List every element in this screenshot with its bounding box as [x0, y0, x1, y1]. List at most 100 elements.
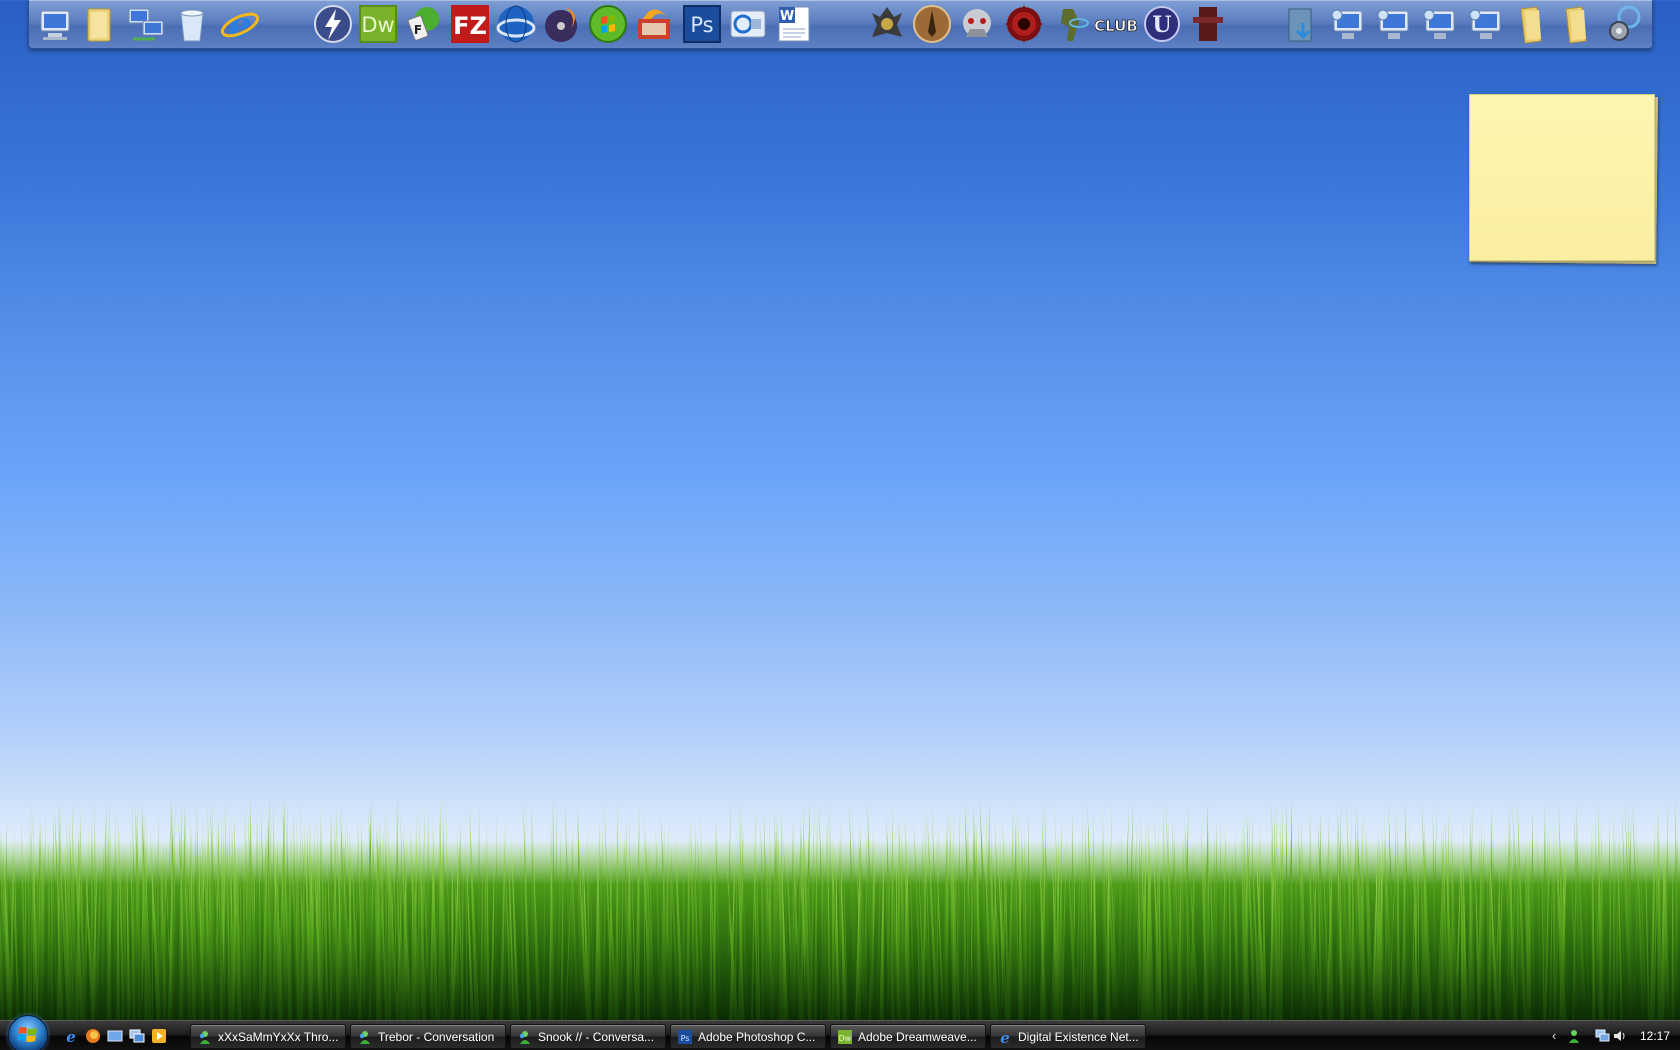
samurai-game-icon-graphic: [872, 7, 902, 37]
downloads-folder-icon-graphic: [1288, 8, 1312, 42]
download-accelerator-icon-graphic: [314, 5, 352, 43]
windows-media-center-icon-graphic: [589, 5, 627, 43]
computer-icon-graphic: [40, 10, 70, 40]
gears-of-war-icon-graphic: [1005, 5, 1043, 43]
dreamweaver-icon-graphic: Dw: [359, 5, 397, 43]
unreal-tournament-icon[interactable]: U: [1141, 3, 1183, 45]
system-tray: ‹ 12:17: [1552, 1021, 1680, 1050]
network-icon[interactable]: [125, 3, 167, 45]
internet-explorer-icon[interactable]: e: [219, 3, 261, 45]
start-button[interactable]: [8, 1015, 48, 1050]
task-dreamweaver-button[interactable]: Dw Adobe Dreamweave...: [830, 1024, 986, 1049]
photoshop-icon: Ps: [678, 1029, 692, 1044]
user-folder-icon-graphic: [87, 8, 111, 42]
dreamweaver-icon: Dw: [838, 1029, 852, 1044]
folder-2-icon-graphic: [1565, 6, 1587, 44]
task-button-label: Trebor - Conversation: [378, 1029, 495, 1044]
recycle-bin-icon-graphic: [180, 9, 204, 42]
show-desktop-icon[interactable]: [107, 1028, 123, 1044]
filezilla-icon[interactable]: FZ: [449, 3, 491, 45]
disc-burner-icon[interactable]: [541, 3, 583, 45]
sticky-note-front-sheet[interactable]: [1469, 94, 1655, 261]
club-game-icon-graphic: CLUB: [1095, 17, 1137, 36]
dreamweaver-icon-text: Dw: [361, 13, 394, 37]
google-earth-icon-graphic: [496, 5, 536, 43]
control-panel-icon-graphic: [1609, 5, 1641, 41]
assassins-creed-icon[interactable]: [911, 3, 953, 45]
mech-game-icon-graphic: [963, 9, 991, 37]
task-button-label: Digital Existence Net...: [1018, 1029, 1139, 1044]
task-button-label: Adobe Photoshop C...: [698, 1029, 816, 1044]
club-game-icon-text: CLUB: [1095, 17, 1137, 35]
google-earth-icon[interactable]: [495, 3, 537, 45]
samurai-game-icon[interactable]: [866, 3, 908, 45]
computer-icon[interactable]: [34, 3, 76, 45]
msn-icon: [199, 1030, 210, 1044]
photoshop-icon[interactable]: Ps: [681, 3, 723, 45]
download-accelerator-icon[interactable]: [312, 3, 354, 45]
unreal-tournament-icon-text: U: [1152, 12, 1171, 38]
halo-game-icon[interactable]: [1049, 3, 1091, 45]
msn-icon: [519, 1030, 530, 1044]
msn-tray-icon[interactable]: [1566, 1028, 1582, 1044]
media-player-icon-graphic: [730, 10, 766, 38]
assassins-creed-icon-graphic: [913, 5, 951, 43]
network-drive-3-icon-graphic: [1423, 9, 1455, 39]
unreal-tournament-3-icon[interactable]: [1187, 3, 1229, 45]
dreamweaver-icon[interactable]: Dw: [357, 3, 399, 45]
media-quicklaunch-icon[interactable]: [151, 1028, 167, 1044]
svg-text:e: e: [229, 4, 252, 45]
filezilla-icon-text: FZ: [453, 12, 487, 40]
task-trebor-button[interactable]: Trebor - Conversation: [350, 1024, 506, 1049]
folder-1-icon[interactable]: [1511, 3, 1553, 45]
media-player-icon[interactable]: [727, 3, 769, 45]
svg-text:e: e: [66, 1028, 76, 1044]
network-drive-4-icon[interactable]: [1464, 3, 1506, 45]
volume-icon[interactable]: [1612, 1028, 1628, 1044]
recycle-bin-icon[interactable]: [171, 3, 213, 45]
network-tray-icon[interactable]: [1594, 1028, 1610, 1044]
network-drive-1-icon-graphic: [1331, 9, 1363, 39]
grass-wallpaper: [0, 795, 1680, 1020]
task-ie-button[interactable]: e Digital Existence Net...: [990, 1024, 1146, 1049]
word-icon-graphic: W: [778, 6, 810, 42]
task-button-label: xXxSaMmYxXx Thro...: [218, 1029, 339, 1044]
svg-text:F: F: [414, 23, 422, 37]
task-msn-throw-button[interactable]: xXxSaMmYxXx Thro...: [190, 1024, 346, 1049]
sticky-note-gadget[interactable]: [1468, 93, 1658, 264]
user-folder-icon[interactable]: [79, 3, 121, 45]
network-icon-graphic: [128, 8, 164, 41]
gears-of-war-icon[interactable]: [1003, 3, 1045, 45]
network-drive-3-icon[interactable]: [1418, 3, 1460, 45]
filezilla-icon-graphic: FZ: [451, 5, 489, 43]
halo-game-icon-graphic: [1061, 9, 1089, 41]
icon-dock: e Dw F FZ Ps W CLUB U: [28, 0, 1653, 49]
network-drive-1-icon[interactable]: [1326, 3, 1368, 45]
fireworks-icon-graphic: F: [407, 7, 439, 41]
folder-2-icon[interactable]: [1556, 3, 1598, 45]
windows-logo-icon: [17, 1027, 37, 1043]
downloads-folder-icon[interactable]: [1281, 3, 1323, 45]
clock[interactable]: 12:17: [1640, 1029, 1670, 1043]
svg-text:Ps: Ps: [681, 1034, 690, 1043]
fireworks-icon[interactable]: F: [403, 3, 445, 45]
task-button-label: Snook // - Conversa...: [538, 1029, 655, 1044]
mech-game-icon[interactable]: [956, 3, 998, 45]
svg-text:e: e: [1000, 1029, 1010, 1045]
word-icon[interactable]: W: [773, 3, 815, 45]
task-snook-button[interactable]: Snook // - Conversa...: [510, 1024, 666, 1049]
network-drive-2-icon[interactable]: [1372, 3, 1414, 45]
ie-quicklaunch-icon[interactable]: e: [63, 1028, 79, 1044]
burning-app-icon[interactable]: [633, 3, 675, 45]
unreal-tournament-3-icon-graphic: [1193, 7, 1223, 41]
club-game-icon[interactable]: CLUB: [1095, 3, 1137, 45]
windows-media-center-icon[interactable]: [587, 3, 629, 45]
firefox-quicklaunch-icon[interactable]: [85, 1028, 101, 1044]
task-photoshop-button[interactable]: Ps Adobe Photoshop C...: [670, 1024, 826, 1049]
network-drive-2-icon-graphic: [1377, 9, 1409, 39]
ie-icon: e: [1000, 1029, 1010, 1045]
switch-windows-icon[interactable]: [129, 1028, 145, 1044]
internet-explorer-icon-graphic: e: [220, 4, 260, 45]
disc-burner-icon-graphic: [545, 7, 577, 42]
control-panel-icon[interactable]: [1603, 3, 1645, 45]
